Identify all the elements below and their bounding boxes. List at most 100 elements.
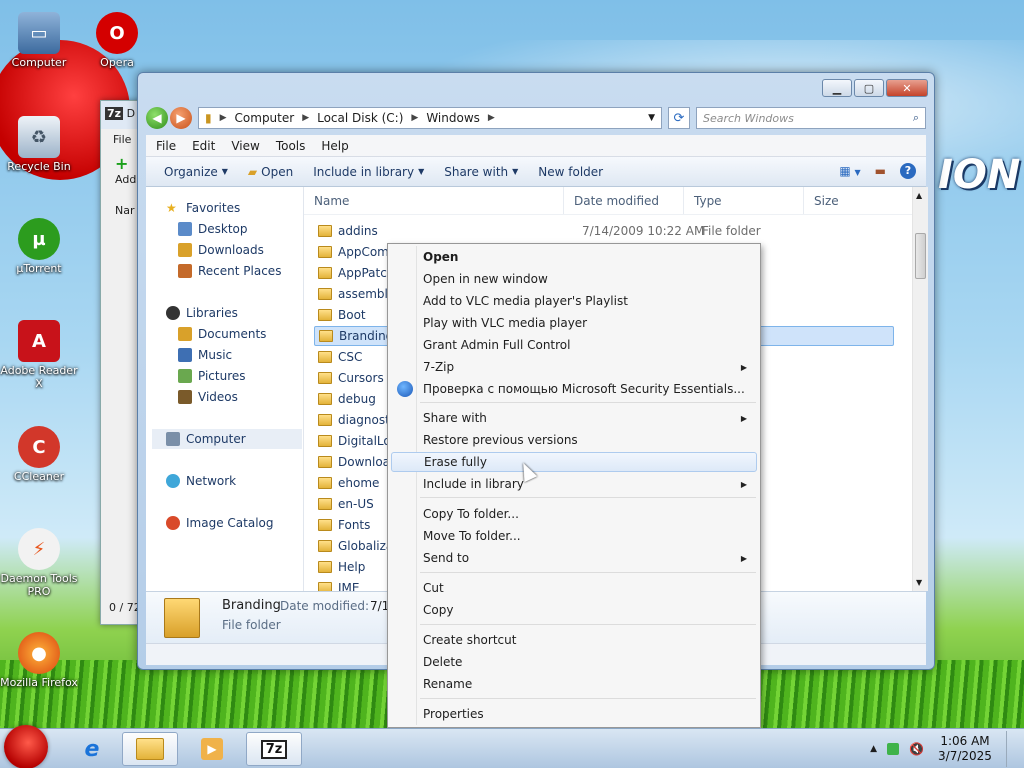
network-tray-icon[interactable] xyxy=(887,743,900,755)
menu-item-create-shortcut[interactable]: Create shortcut xyxy=(391,630,757,650)
forward-button[interactable]: ▶ xyxy=(170,107,192,129)
menu-view[interactable]: View xyxy=(223,136,267,156)
search-input[interactable]: Search Windows ⌕ xyxy=(696,107,926,129)
menu-item-restore-versions[interactable]: Restore previous versions xyxy=(391,430,757,450)
computer-icon xyxy=(166,432,180,446)
submenu-arrow-icon: ▶ xyxy=(740,553,747,563)
folder-icon xyxy=(318,540,332,552)
7zip-status: 0 / 72 xyxy=(109,601,141,614)
scroll-thumb[interactable] xyxy=(915,233,926,279)
breadcrumb-windows[interactable]: Windows xyxy=(426,111,480,125)
column-size[interactable]: Size xyxy=(804,187,904,214)
new-folder-button[interactable]: New folder xyxy=(528,161,613,183)
menu-item-include-in-library[interactable]: Include in library ▶ xyxy=(391,474,757,494)
nav-favorites[interactable]: ★ Favorites xyxy=(166,201,240,215)
menu-help[interactable]: Help xyxy=(313,136,356,156)
desktop-icon-daemon-tools[interactable]: ⚡ Daemon Tools PRO xyxy=(0,528,78,598)
taskbar-explorer[interactable] xyxy=(122,732,178,766)
taskbar-media-player[interactable]: ▶ xyxy=(184,732,240,766)
menu-bar: File Edit View Tools Help xyxy=(146,135,926,157)
change-view-icon[interactable]: ▦ ▼ xyxy=(839,164,860,178)
folder-icon xyxy=(318,477,332,489)
menu-item-delete[interactable]: Delete xyxy=(391,652,757,672)
nav-downloads[interactable]: Downloads xyxy=(178,243,264,257)
breadcrumb-computer[interactable]: Computer xyxy=(235,111,295,125)
menu-tools[interactable]: Tools xyxy=(268,136,314,156)
folder-icon xyxy=(318,435,332,447)
column-type[interactable]: Type xyxy=(684,187,804,214)
menu-item-properties[interactable]: Properties xyxy=(391,704,757,724)
menu-item-copy[interactable]: Copy xyxy=(391,600,757,620)
folder-icon: ▮ xyxy=(205,111,212,125)
nav-videos[interactable]: Videos xyxy=(178,390,238,404)
menu-item-cut[interactable]: Cut xyxy=(391,578,757,598)
menu-item-move-to-folder[interactable]: Move To folder... xyxy=(391,526,757,546)
menu-item-vlc-play[interactable]: Play with VLC media player xyxy=(391,313,757,333)
desktop-icon-firefox[interactable]: ● Mozilla Firefox xyxy=(0,632,78,689)
nav-image-catalog[interactable]: Image Catalog xyxy=(166,516,273,530)
menu-item-mse-scan[interactable]: Проверка с помощью Microsoft Security Es… xyxy=(391,379,757,399)
open-button[interactable]: ▰ Open xyxy=(238,161,303,183)
menu-item-rename[interactable]: Rename xyxy=(391,674,757,694)
folder-icon xyxy=(318,288,332,300)
start-button[interactable] xyxy=(4,725,48,768)
desktop-icon-computer[interactable]: ▭ Computer xyxy=(0,12,78,69)
clock[interactable]: 1:06 AM 3/7/2025 xyxy=(934,734,996,764)
close-button[interactable]: ✕ xyxy=(886,79,928,97)
nav-music[interactable]: Music xyxy=(178,348,232,362)
organize-button[interactable]: Organize ▼ xyxy=(154,161,238,183)
menu-item-share-with[interactable]: Share with ▶ xyxy=(391,408,757,428)
menu-file[interactable]: File xyxy=(148,136,184,156)
show-desktop-button[interactable] xyxy=(1006,731,1016,767)
adobe-reader-icon: A xyxy=(18,320,60,362)
scroll-up-icon[interactable]: ▲ xyxy=(916,191,922,200)
desktop-icon-recycle-bin[interactable]: ♻ Recycle Bin xyxy=(0,116,78,173)
nav-libraries[interactable]: Libraries xyxy=(166,306,238,320)
nav-desktop[interactable]: Desktop xyxy=(178,222,248,236)
minimize-button[interactable]: ▁ xyxy=(822,79,852,97)
nav-computer[interactable]: Computer xyxy=(166,432,246,446)
nav-recent-places[interactable]: Recent Places xyxy=(178,264,281,278)
music-icon xyxy=(178,348,192,362)
taskbar-ie[interactable]: e xyxy=(64,732,120,766)
nav-network[interactable]: Network xyxy=(166,474,236,488)
vertical-scrollbar[interactable]: ▲ ▼ xyxy=(912,187,928,591)
videos-icon xyxy=(178,390,192,404)
desktop-icon-utorrent[interactable]: µ µTorrent xyxy=(0,218,78,275)
desktop-icon-adobe-reader[interactable]: A Adobe Reader X xyxy=(0,320,78,390)
preview-pane-icon[interactable]: ▬ xyxy=(875,164,886,178)
volume-muted-icon[interactable]: 🔇 xyxy=(909,742,924,756)
back-button[interactable]: ◀ xyxy=(146,107,168,129)
help-icon[interactable]: ? xyxy=(900,163,916,179)
scroll-down-icon[interactable]: ▼ xyxy=(916,578,922,587)
menu-edit[interactable]: Edit xyxy=(184,136,223,156)
maximize-button[interactable]: ▢ xyxy=(854,79,884,97)
details-name: Branding xyxy=(222,598,281,613)
menu-item-send-to[interactable]: Send to ▶ xyxy=(391,548,757,568)
nav-pictures[interactable]: Pictures xyxy=(178,369,246,383)
system-tray: ▲ 🔇 1:06 AM 3/7/2025 xyxy=(870,729,1024,768)
nav-documents[interactable]: Documents xyxy=(178,327,266,341)
pictures-icon xyxy=(178,369,192,383)
address-dropdown-icon[interactable]: ▼ xyxy=(648,113,655,123)
desktop-icon-ccleaner[interactable]: C CCleaner xyxy=(0,426,78,483)
menu-item-open-new-window[interactable]: Open in new window xyxy=(391,269,757,289)
menu-item-7zip[interactable]: 7-Zip ▶ xyxy=(391,357,757,377)
menu-item-grant-admin[interactable]: Grant Admin Full Control xyxy=(391,335,757,355)
breadcrumb-local-disk[interactable]: Local Disk (C:) xyxy=(317,111,403,125)
menu-item-copy-to-folder[interactable]: Copy To folder... xyxy=(391,504,757,524)
column-date-modified[interactable]: Date modified xyxy=(564,187,684,214)
menu-item-erase-fully[interactable]: Erase fully xyxy=(391,452,757,472)
menu-item-vlc-add[interactable]: Add to VLC media player's Playlist xyxy=(391,291,757,311)
taskbar-7zip[interactable]: 7z xyxy=(246,732,302,766)
share-with-button[interactable]: Share with ▼ xyxy=(434,161,528,183)
file-row[interactable]: addins 7/14/2009 10:22 AM File folder xyxy=(318,221,761,241)
show-hidden-icons-icon[interactable]: ▲ xyxy=(870,744,877,754)
refresh-button[interactable]: ⟳ xyxy=(668,107,690,129)
desktop-icon-opera[interactable]: O Opera xyxy=(78,12,156,69)
column-name[interactable]: Name xyxy=(304,187,564,214)
include-in-library-button[interactable]: Include in library ▼ xyxy=(303,161,434,183)
menu-item-open[interactable]: Open xyxy=(391,247,757,267)
downloads-icon xyxy=(178,243,192,257)
address-bar[interactable]: ▮ ▶ Computer ▶ Local Disk (C:) ▶ Windows… xyxy=(198,107,662,129)
